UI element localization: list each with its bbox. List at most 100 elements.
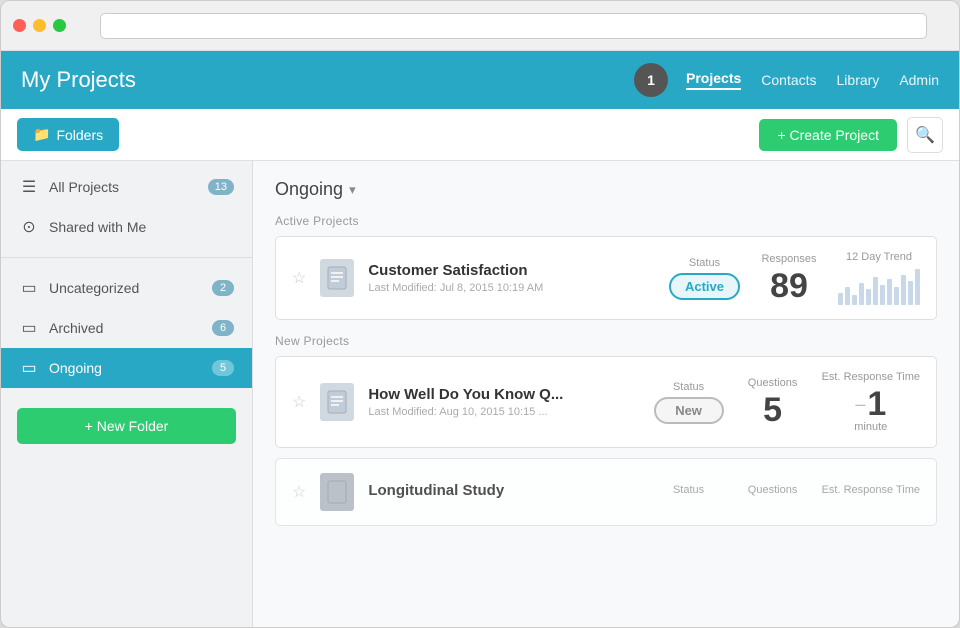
- archived-label: Archived: [49, 320, 202, 336]
- trend-bar-5: [866, 289, 871, 305]
- new-projects-label: New Projects: [275, 334, 937, 348]
- new-folder-button[interactable]: + New Folder: [17, 408, 236, 444]
- shared-label: Shared with Me: [49, 219, 234, 235]
- trend-bar-3: [852, 295, 857, 305]
- all-projects-label: All Projects: [49, 179, 198, 195]
- responses-label: Responses: [754, 253, 824, 265]
- ongoing-label: Ongoing: [49, 360, 202, 376]
- survey-icon-2: [320, 383, 354, 421]
- folders-label: Folders: [56, 127, 103, 143]
- maximize-button[interactable]: [53, 19, 66, 32]
- sidebar-folders-section: ▭ Uncategorized 2 ▭ Archived 6 ▭ Ongoing…: [1, 262, 252, 394]
- trend-column: 12 Day Trend: [838, 251, 920, 305]
- status-label: Status: [669, 257, 740, 269]
- folders-button[interactable]: 📁 Folders: [17, 118, 119, 151]
- project-meta: Last Modified: Jul 8, 2015 10:19 AM: [368, 282, 655, 294]
- status-column: Status Active: [669, 257, 740, 300]
- all-projects-badge: 13: [208, 179, 234, 195]
- star-icon[interactable]: ☆: [292, 268, 306, 288]
- project-card-how-well: ☆ How Well Do You Know Q... Last Modifie…: [275, 356, 937, 448]
- search-button[interactable]: 🔍: [907, 117, 943, 153]
- minimize-button[interactable]: [33, 19, 46, 32]
- new-folder-label: + New Folder: [85, 418, 169, 434]
- trend-bar-12: [915, 269, 920, 305]
- folder-icon: 📁: [33, 126, 50, 143]
- app-header: My Projects 1 Projects Contacts Library …: [1, 51, 959, 109]
- est-response-label-bottom: Est. Response Time: [822, 484, 920, 496]
- ongoing-badge: 5: [212, 360, 234, 376]
- project-info-how-well: How Well Do You Know Q... Last Modified:…: [368, 386, 639, 418]
- main-layout: ☰ All Projects 13 ⊙ Shared with Me ▭ Unc…: [1, 161, 959, 627]
- header-right: 1 Projects Contacts Library Admin: [634, 63, 939, 97]
- trend-bar-8: [887, 279, 892, 305]
- section-header: Ongoing ▾: [275, 179, 937, 200]
- rt-row: – 1: [855, 387, 886, 421]
- project-name-3: Longitudinal Study: [368, 482, 639, 499]
- survey-icon: [320, 259, 354, 297]
- project-card-longitudinal: ☆ Longitudinal Study Status Questions Es…: [275, 458, 937, 526]
- create-project-button[interactable]: + Create Project: [759, 119, 897, 151]
- shared-icon: ⊙: [19, 217, 39, 237]
- nav-library[interactable]: Library: [837, 72, 880, 88]
- rt-unit: minute: [854, 421, 887, 433]
- questions-value: 5: [738, 393, 808, 427]
- nav-admin[interactable]: Admin: [899, 72, 939, 88]
- rt-dash: –: [855, 394, 865, 415]
- questions-label-bottom: Questions: [738, 484, 808, 496]
- trend-bar-9: [894, 287, 899, 305]
- create-label: + Create Project: [777, 127, 879, 143]
- survey-icon-3: [320, 473, 354, 511]
- sidebar-item-shared[interactable]: ⊙ Shared with Me: [1, 207, 252, 247]
- close-button[interactable]: [13, 19, 26, 32]
- responses-column: Responses 89: [754, 253, 824, 303]
- project-meta-2: Last Modified: Aug 10, 2015 10:15 ...: [368, 406, 639, 418]
- url-input[interactable]: [100, 13, 927, 39]
- sidebar: ☰ All Projects 13 ⊙ Shared with Me ▭ Unc…: [1, 161, 253, 627]
- responses-value: 89: [754, 269, 824, 303]
- header-nav: Projects Contacts Library Admin: [686, 70, 939, 90]
- dropdown-icon[interactable]: ▾: [349, 182, 356, 198]
- trend-bar-1: [838, 293, 843, 305]
- questions-label: Questions: [738, 377, 808, 389]
- sidebar-item-uncategorized[interactable]: ▭ Uncategorized 2: [1, 268, 252, 308]
- project-info-customer-satisfaction: Customer Satisfaction Last Modified: Jul…: [368, 262, 655, 294]
- uncategorized-badge: 2: [212, 280, 234, 296]
- ongoing-icon: ▭: [19, 358, 39, 378]
- archived-badge: 6: [212, 320, 234, 336]
- all-projects-icon: ☰: [19, 177, 39, 197]
- toolbar: 📁 Folders + Create Project 🔍: [1, 109, 959, 161]
- trend-bar-6: [873, 277, 878, 305]
- sidebar-top-section: ☰ All Projects 13 ⊙ Shared with Me: [1, 161, 252, 253]
- archived-icon: ▭: [19, 318, 39, 338]
- status-badge-new[interactable]: New: [654, 397, 724, 424]
- uncategorized-icon: ▭: [19, 278, 39, 298]
- star-icon-2[interactable]: ☆: [292, 392, 306, 412]
- title-bar: [1, 1, 959, 51]
- content-area: Ongoing ▾ Active Projects ☆ Customer Sat…: [253, 161, 959, 627]
- search-icon: 🔍: [915, 125, 935, 145]
- nav-contacts[interactable]: Contacts: [761, 72, 816, 88]
- nav-projects[interactable]: Projects: [686, 70, 741, 90]
- project-info-longitudinal: Longitudinal Study: [368, 482, 639, 502]
- trend-label: 12 Day Trend: [838, 251, 920, 263]
- app-window: My Projects 1 Projects Contacts Library …: [0, 0, 960, 628]
- rt-value: 1: [867, 387, 886, 421]
- sidebar-item-archived[interactable]: ▭ Archived 6: [1, 308, 252, 348]
- trend-bar-7: [880, 285, 885, 305]
- trend-bars: [838, 267, 920, 305]
- sidebar-item-all-projects[interactable]: ☰ All Projects 13: [1, 167, 252, 207]
- trend-bar-10: [901, 275, 906, 305]
- active-projects-label: Active Projects: [275, 214, 937, 228]
- questions-column: Questions 5: [738, 377, 808, 427]
- sidebar-item-ongoing[interactable]: ▭ Ongoing 5: [1, 348, 252, 388]
- project-name: Customer Satisfaction: [368, 262, 655, 279]
- notification-badge[interactable]: 1: [634, 63, 668, 97]
- uncategorized-label: Uncategorized: [49, 280, 202, 296]
- est-response-column: Est. Response Time – 1 minute: [822, 371, 920, 433]
- trend-bar-11: [908, 281, 913, 305]
- status-badge-active[interactable]: Active: [669, 273, 740, 300]
- questions-col-bottom: Questions: [738, 484, 808, 500]
- trend-bar-2: [845, 287, 850, 305]
- status-col-bottom: Status: [654, 484, 724, 500]
- star-icon-3[interactable]: ☆: [292, 482, 306, 502]
